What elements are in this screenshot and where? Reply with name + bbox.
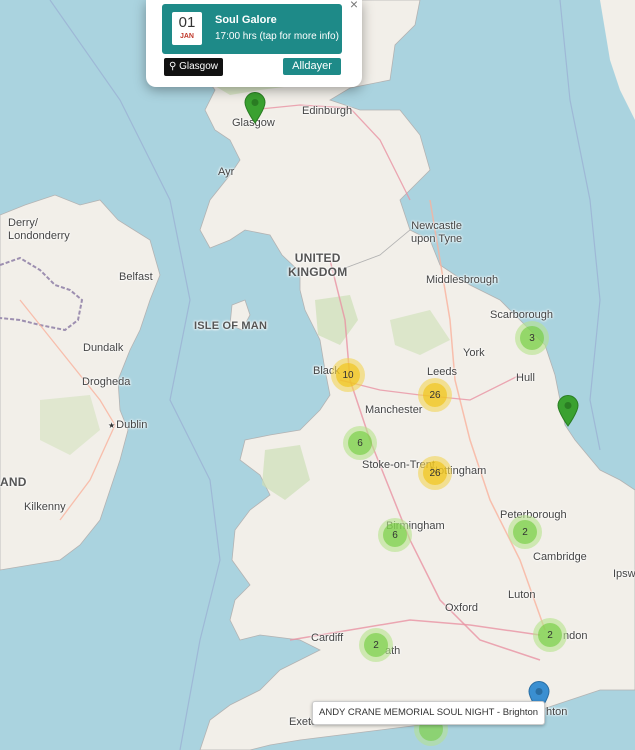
cluster-london[interactable]: 2 xyxy=(533,618,567,652)
event-date-badge: 01 JAN xyxy=(172,12,202,45)
cluster-nottingham[interactable]: 26 xyxy=(418,456,452,490)
label-cardiff: Cardiff xyxy=(311,632,344,644)
marker-tooltip: ANDY CRANE MEMORIAL SOUL NIGHT - Brighto… xyxy=(312,701,546,725)
label-ireland-partial: AND xyxy=(0,475,27,489)
event-popup[interactable]: × 01 JAN Soul Galore 17:00 hrs (tap for … xyxy=(146,0,362,87)
label-isle-of-man: ISLE OF MAN xyxy=(194,320,268,332)
cluster-count: 6 xyxy=(383,523,407,547)
cluster-count: 6 xyxy=(348,431,372,455)
label-derry: Derry/ Londonderry xyxy=(8,217,70,242)
map-marker-east-coast[interactable] xyxy=(557,395,579,427)
label-scarborough: Scarborough xyxy=(490,309,553,321)
cluster-bristol[interactable]: 2 xyxy=(359,628,393,662)
event-month: JAN xyxy=(179,33,194,40)
event-location: Glasgow xyxy=(179,61,219,72)
cluster-count: 26 xyxy=(423,461,447,485)
map-canvas[interactable]: Edinburgh Glasgow Ayr Derry/ Londonderry… xyxy=(0,0,635,750)
cluster-count: 26 xyxy=(423,383,447,407)
label-drogheda: Drogheda xyxy=(82,376,131,388)
popup-close-button[interactable]: × xyxy=(350,0,358,12)
event-title: Soul Galore xyxy=(215,14,277,26)
label-kilkenny: Kilkenny xyxy=(24,501,66,513)
cluster-count: 2 xyxy=(364,633,388,657)
event-time: 17:00 hrs (tap for more info) xyxy=(215,31,339,42)
map-marker-glasgow[interactable] xyxy=(244,92,266,124)
label-middlesbrough: Middlesbrough xyxy=(426,274,499,286)
label-luton: Luton xyxy=(508,589,536,601)
cluster-leeds[interactable]: 26 xyxy=(418,378,452,412)
label-york: York xyxy=(463,347,485,359)
map-pin-icon: ⚲ xyxy=(169,61,177,72)
event-header[interactable]: 01 JAN Soul Galore 17:00 hrs (tap for mo… xyxy=(162,4,342,54)
event-type-tag: Alldayer xyxy=(283,58,341,75)
cluster-count: 2 xyxy=(513,520,537,544)
cluster-count: 3 xyxy=(520,326,544,350)
label-edinburgh: Edinburgh xyxy=(302,105,353,117)
label-oxford: Oxford xyxy=(445,602,479,614)
label-ayr: Ayr xyxy=(218,166,235,178)
label-dublin: Dublin xyxy=(108,419,147,431)
cluster-count: 2 xyxy=(538,623,562,647)
label-ipswich: Ipsw xyxy=(613,568,635,580)
cluster-blackpool[interactable]: 10 xyxy=(331,358,365,392)
label-uk: UNITED KINGDOM xyxy=(288,251,348,279)
label-dundalk: Dundalk xyxy=(83,342,124,354)
label-cambridge: Cambridge xyxy=(533,551,587,563)
cluster-birmingham[interactable]: 6 xyxy=(378,518,412,552)
event-day: 01 xyxy=(178,14,196,31)
label-belfast: Belfast xyxy=(119,271,153,283)
cluster-peterborough[interactable]: 2 xyxy=(508,515,542,549)
cluster-scarborough[interactable]: 3 xyxy=(515,321,549,355)
label-newcastle: Newcastle upon Tyne xyxy=(411,220,463,245)
label-manchester: Manchester xyxy=(365,404,423,416)
label-hull: Hull xyxy=(516,372,535,384)
label-leeds: Leeds xyxy=(427,366,457,378)
cluster-wales-north[interactable]: 6 xyxy=(343,426,377,460)
event-location-badge: ⚲ Glasgow xyxy=(164,58,224,76)
cluster-count: 10 xyxy=(336,363,360,387)
